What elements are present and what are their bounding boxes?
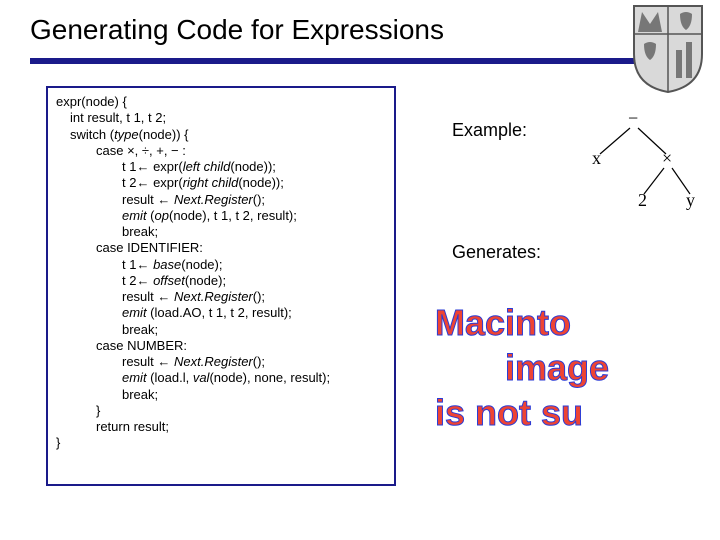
code-line: switch (type(node)) { — [56, 127, 386, 143]
t: left child — [183, 159, 231, 174]
expression-tree: − x × 2 y — [560, 110, 700, 220]
code-line: t 2← offset(node); — [56, 273, 386, 289]
tree-node-right: × — [662, 148, 672, 169]
code-line: break; — [56, 322, 386, 338]
t: (node)); — [230, 159, 276, 174]
t: t 2← — [122, 273, 153, 288]
tree-node-left: x — [592, 148, 601, 169]
code-line: case IDENTIFIER: — [56, 240, 386, 256]
code-line: int result, t 1, t 2; — [56, 110, 386, 126]
t: (load.l, — [147, 370, 193, 385]
t: (); — [253, 354, 265, 369]
code-box: expr(node) { int result, t 1, t 2; switc… — [46, 86, 396, 486]
t: op — [155, 208, 169, 223]
code-line: emit (load.AO, t 1, t 2, result); — [56, 305, 386, 321]
watermark-text: Macinto image is not su — [435, 300, 720, 435]
t: t 1← — [122, 257, 153, 272]
t: (node), none, result); — [209, 370, 330, 385]
code-line: case NUMBER: — [56, 338, 386, 354]
slide: Generating Code for Expressions expr(nod… — [0, 0, 720, 540]
t: emit — [122, 370, 147, 385]
t: emit — [122, 305, 147, 320]
t: is not su — [435, 392, 583, 433]
tree-node-rr: y — [686, 190, 695, 211]
t: Next.Register — [174, 192, 253, 207]
t: (load.AO, t 1, t 2, result); — [147, 305, 292, 320]
t: (node)) { — [139, 127, 189, 142]
t: (node)); — [238, 175, 284, 190]
code-line: } — [56, 403, 386, 419]
code-line: result ← Next.Register(); — [56, 289, 386, 305]
t: image — [435, 347, 609, 388]
t: t 2← expr( — [122, 175, 183, 190]
t: (node), t 1, t 2, result); — [169, 208, 297, 223]
t: right child — [183, 175, 239, 190]
code-line: result ← Next.Register(); — [56, 354, 386, 370]
t: t 1← expr( — [122, 159, 183, 174]
t: (node); — [181, 257, 222, 272]
t: type — [114, 127, 139, 142]
code-line: break; — [56, 224, 386, 240]
code-line: expr(node) { — [56, 94, 386, 110]
t: (); — [253, 289, 265, 304]
code-line: t 2← expr(right child(node)); — [56, 175, 386, 191]
t: (); — [253, 192, 265, 207]
t: offset — [153, 273, 185, 288]
code-line: emit (op(node), t 1, t 2, result); — [56, 208, 386, 224]
title-rule — [30, 58, 690, 64]
t: switch ( — [70, 127, 114, 142]
t: result ← — [122, 354, 174, 369]
t: Next.Register — [174, 354, 253, 369]
t: Next.Register — [174, 289, 253, 304]
tree-node-rl: 2 — [638, 190, 647, 211]
t: Macinto — [435, 302, 571, 343]
example-label: Example: — [452, 120, 527, 141]
code-line: case ×, ÷, +, − : — [56, 143, 386, 159]
t: emit — [122, 208, 147, 223]
crest-icon — [632, 4, 704, 94]
code-line: return result; — [56, 419, 386, 435]
code-line: break; — [56, 387, 386, 403]
t: base — [153, 257, 181, 272]
t: val — [193, 370, 210, 385]
slide-title: Generating Code for Expressions — [30, 14, 444, 46]
code-line: emit (load.l, val(node), none, result); — [56, 370, 386, 386]
code-line: } — [56, 435, 386, 451]
code-line: t 1← base(node); — [56, 257, 386, 273]
code-line: result ← Next.Register(); — [56, 192, 386, 208]
code-line: t 1← expr(left child(node)); — [56, 159, 386, 175]
t: result ← — [122, 289, 174, 304]
t: ( — [147, 208, 155, 223]
generates-label: Generates: — [452, 242, 541, 263]
tree-node-root: − — [628, 108, 638, 129]
t: (node); — [185, 273, 226, 288]
t: result ← — [122, 192, 174, 207]
